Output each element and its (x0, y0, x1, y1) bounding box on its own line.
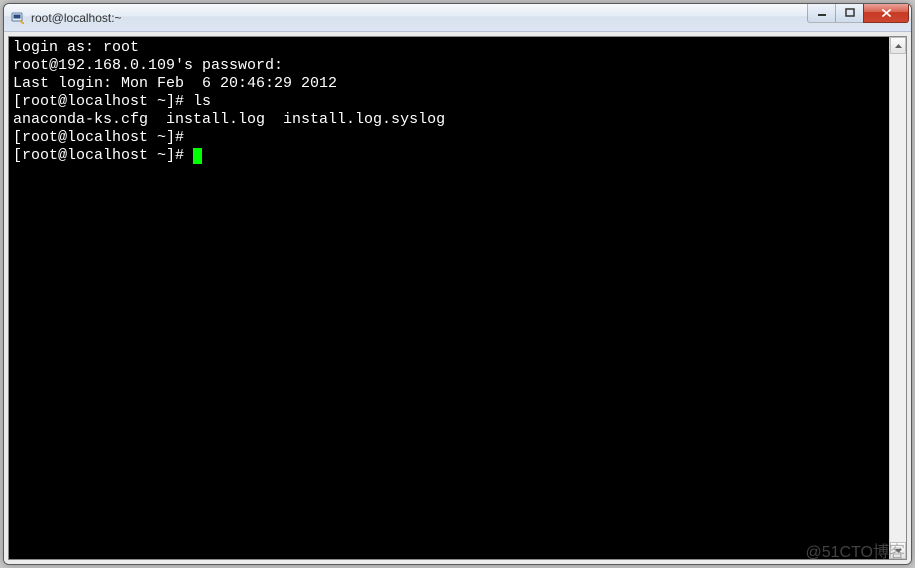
scroll-track[interactable] (890, 54, 906, 542)
terminal-line: root@192.168.0.109's password: (13, 57, 885, 75)
terminal-line: [root@localhost ~]# (13, 147, 885, 165)
chevron-up-icon (895, 44, 902, 48)
titlebar[interactable]: root@localhost:~ (4, 4, 911, 32)
terminal-line: [root@localhost ~]# (13, 129, 885, 147)
close-button[interactable] (863, 4, 909, 23)
terminal-container: login as: rootroot@192.168.0.109's passw… (8, 36, 907, 560)
maximize-button[interactable] (835, 4, 864, 23)
window-title: root@localhost:~ (31, 11, 808, 25)
window-frame: root@localhost:~ login as: rootroot@192.… (3, 3, 912, 565)
scroll-down-button[interactable] (890, 542, 906, 559)
cursor (193, 148, 202, 164)
minimize-icon (817, 8, 827, 18)
client-area: login as: rootroot@192.168.0.109's passw… (4, 32, 911, 564)
terminal-line: Last login: Mon Feb 6 20:46:29 2012 (13, 75, 885, 93)
putty-icon (10, 10, 26, 26)
terminal-output[interactable]: login as: rootroot@192.168.0.109's passw… (9, 37, 889, 559)
terminal-line: login as: root (13, 39, 885, 57)
chevron-down-icon (895, 549, 902, 553)
scrollbar[interactable] (889, 37, 906, 559)
maximize-icon (845, 8, 855, 18)
terminal-line: anaconda-ks.cfg install.log install.log.… (13, 111, 885, 129)
window-controls (808, 4, 909, 31)
scroll-up-button[interactable] (890, 37, 906, 54)
minimize-button[interactable] (807, 4, 836, 23)
terminal-line: [root@localhost ~]# ls (13, 93, 885, 111)
close-icon (881, 8, 892, 18)
